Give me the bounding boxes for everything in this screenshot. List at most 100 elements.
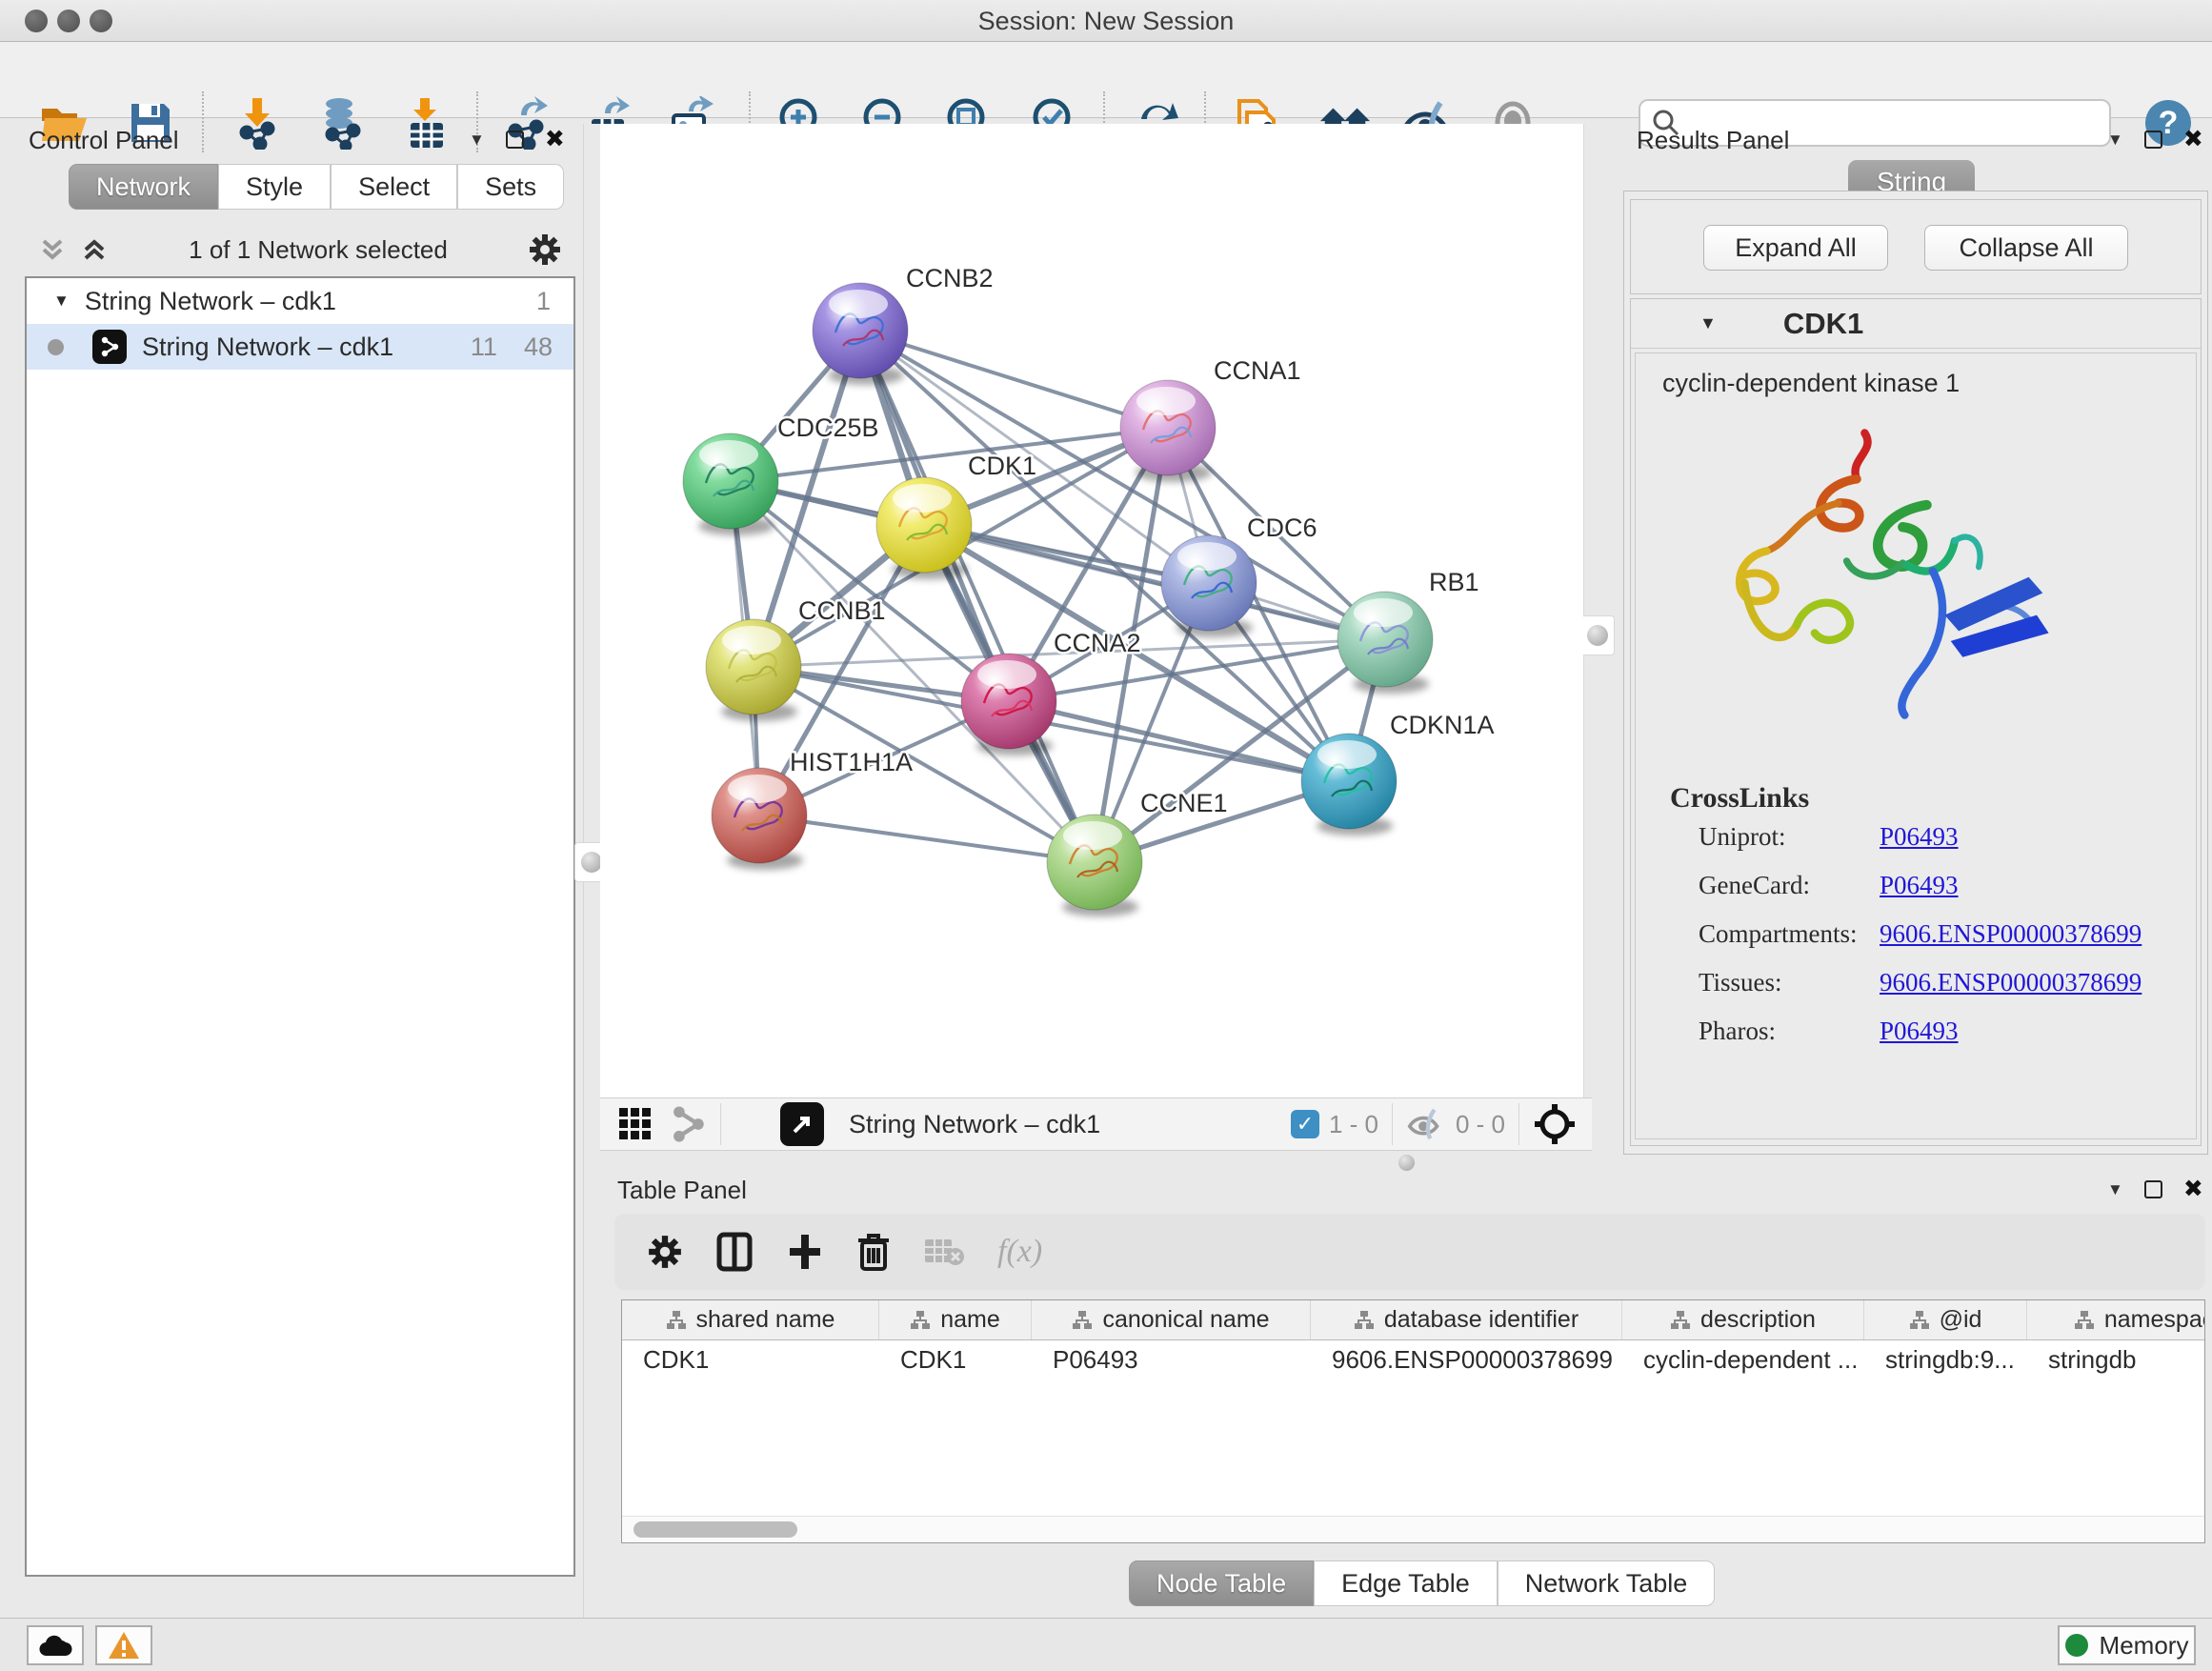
- network-edge-CCNA2-CDKN1A[interactable]: [1009, 701, 1349, 781]
- tab-style[interactable]: Style: [218, 164, 331, 210]
- collection-count: 1: [536, 287, 551, 316]
- tree-expand-icon[interactable]: ▼: [53, 292, 70, 311]
- table-row[interactable]: CDK1 CDK1 P06493 9606.ENSP00000378699 cy…: [622, 1340, 2204, 1379]
- table-horizontal-scrollbar[interactable]: [622, 1516, 2204, 1542]
- memory-button[interactable]: Memory: [2058, 1625, 2196, 1665]
- column-header-description[interactable]: description: [1622, 1300, 1864, 1339]
- right-divider-handle[interactable]: [1580, 615, 1615, 655]
- tab-sets[interactable]: Sets: [457, 164, 564, 210]
- control-panel-close-icon[interactable]: ✖: [545, 128, 565, 151]
- cloud-icon: [38, 1633, 72, 1658]
- table-panel-close-icon[interactable]: ✖: [2183, 1178, 2203, 1201]
- cloud-status-button[interactable]: [27, 1625, 84, 1665]
- gene-collapse-icon[interactable]: ▼: [1699, 313, 1717, 333]
- crosslink-uniprot[interactable]: P06493: [1880, 822, 1959, 852]
- results-panel-maximize-icon[interactable]: [2144, 131, 2162, 149]
- warning-icon: [108, 1631, 140, 1660]
- table-panel-maximize-icon[interactable]: [2144, 1180, 2162, 1198]
- network-view-toolbar: String Network – cdk1 ✓ 1 - 0 0 - 0: [600, 1097, 1592, 1151]
- table-tabs: Node Table Edge Table Network Table: [1129, 1560, 1715, 1606]
- results-panel-float-icon[interactable]: ▼: [2107, 131, 2123, 150]
- create-column-icon[interactable]: [786, 1231, 824, 1273]
- function-builder-icon: f(x): [997, 1234, 1042, 1270]
- crosslink-label: Pharos:: [1699, 1017, 1880, 1046]
- network-node-CCNA1[interactable]: CCNA1: [1120, 356, 1301, 482]
- network-node-CCNB1[interactable]: CCNB1: [706, 596, 886, 721]
- network-node-CCNE1[interactable]: CCNE1: [1047, 789, 1228, 916]
- gene-section: ▼ CDK1 cyclin-dependent kinase 1: [1630, 298, 2202, 1146]
- node-label-RB1: RB1: [1429, 568, 1479, 596]
- network-edge-HIST1H1A-CCNE1[interactable]: [759, 815, 1095, 862]
- node-table-header: shared name name canonical name database…: [622, 1300, 2204, 1340]
- birdseye-grid-icon[interactable]: [617, 1106, 654, 1142]
- delete-table-icon: [923, 1236, 965, 1268]
- crosslink-pharos[interactable]: P06493: [1880, 1017, 1959, 1046]
- network-edge-CCNB2-CCNE1[interactable]: [860, 331, 1095, 862]
- window-title: Session: New Session: [0, 0, 2212, 42]
- table-panel: Table Panel ▼ ✖ f(x) shared name name ca…: [600, 1170, 2212, 1618]
- network-collection-row[interactable]: ▼ String Network – cdk1 1: [27, 278, 573, 324]
- network-type-icon: [92, 330, 127, 364]
- hidden-counts: 0 - 0: [1456, 1110, 1505, 1139]
- control-panel-maximize-icon[interactable]: [506, 131, 524, 149]
- network-tree: ▼ String Network – cdk1 1 String Network…: [25, 276, 575, 1577]
- results-panel: Results Panel ▼ ✖ String Expand All Coll…: [1612, 124, 2212, 1170]
- network-node-CDKN1A[interactable]: CDKN1A: [1301, 711, 1495, 836]
- table-panel-title: Table Panel: [617, 1176, 747, 1205]
- network-row[interactable]: String Network – cdk1 11 48: [27, 324, 573, 370]
- collapse-all-icon[interactable]: [38, 235, 67, 264]
- expand-all-icon[interactable]: [80, 235, 109, 264]
- collection-name: String Network – cdk1: [85, 287, 536, 316]
- tab-network-table[interactable]: Network Table: [1498, 1560, 1716, 1606]
- network-selection-summary: 1 of 1 Network selected: [109, 235, 528, 265]
- expand-all-button[interactable]: Expand All: [1703, 225, 1888, 271]
- table-options-gear-icon[interactable]: [647, 1234, 683, 1270]
- table-panel-float-icon[interactable]: ▼: [2107, 1180, 2123, 1199]
- right-panel-divider[interactable]: [1583, 124, 1612, 1097]
- crosslink-label: Compartments:: [1699, 919, 1880, 949]
- tab-select[interactable]: Select: [331, 164, 457, 210]
- tab-edge-table[interactable]: Edge Table: [1314, 1560, 1498, 1606]
- column-header-namespace[interactable]: namespace: [2027, 1300, 2205, 1339]
- column-header-id[interactable]: @id: [1864, 1300, 2027, 1339]
- column-header-canonical-name[interactable]: canonical name: [1032, 1300, 1311, 1339]
- network-node-CCNB2[interactable]: CCNB2: [813, 264, 994, 385]
- crosslink-label: Tissues:: [1699, 968, 1880, 997]
- network-view-canvas[interactable]: CCNB2CCNA1CDC25BCDK1CDC6RB1CCNB1CCNA2CDK…: [600, 124, 1583, 1097]
- collapse-all-button[interactable]: Collapse All: [1924, 225, 2128, 271]
- control-panel-tabs: Network Style Select Sets: [69, 164, 564, 210]
- tab-node-table[interactable]: Node Table: [1129, 1560, 1314, 1606]
- warnings-button[interactable]: [95, 1625, 152, 1665]
- network-options-gear-icon[interactable]: [528, 232, 562, 267]
- crosslink-genecard[interactable]: P06493: [1880, 871, 1959, 900]
- crosslink-tissues[interactable]: 9606.ENSP00000378699: [1880, 968, 2142, 997]
- show-columns-icon[interactable]: [715, 1231, 754, 1273]
- open-in-window-icon[interactable]: [780, 1102, 824, 1146]
- column-header-database-identifier[interactable]: database identifier: [1311, 1300, 1622, 1339]
- delete-column-trash-icon[interactable]: [856, 1231, 891, 1273]
- control-panel-float-icon[interactable]: ▼: [469, 131, 485, 150]
- network-node-RB1[interactable]: RB1: [1337, 568, 1479, 694]
- results-panel-close-icon[interactable]: ✖: [2183, 128, 2203, 151]
- network-name: String Network – cdk1: [142, 332, 471, 362]
- fit-selected-crosshair-icon[interactable]: [1533, 1102, 1577, 1146]
- horizontal-divider-handle[interactable]: [1398, 1155, 1415, 1171]
- selected-counts: 1 - 0: [1329, 1110, 1378, 1139]
- control-panel: Control Panel ▼ ✖ Network Style Select S…: [13, 124, 583, 1610]
- selected-nodes-checkbox[interactable]: ✓: [1291, 1110, 1319, 1138]
- hidden-items-icon: [1406, 1107, 1446, 1141]
- network-node-HIST1H1A[interactable]: HIST1H1A: [712, 748, 913, 870]
- network-edge-CCNB2-CCNA1[interactable]: [860, 331, 1168, 428]
- gene-section-header[interactable]: ▼ CDK1: [1631, 299, 2201, 349]
- column-header-shared-name[interactable]: shared name: [622, 1300, 879, 1339]
- table-toolbar: f(x): [614, 1214, 2205, 1290]
- results-panel-title: Results Panel: [1637, 126, 1789, 155]
- scrollbar-thumb[interactable]: [633, 1521, 797, 1538]
- tab-network[interactable]: Network: [69, 164, 218, 210]
- crosslink-compartments[interactable]: 9606.ENSP00000378699: [1880, 919, 2142, 949]
- node-label-CDK1: CDK1: [968, 452, 1036, 480]
- network-overview-icon[interactable]: [669, 1105, 707, 1143]
- node-label-HIST1H1A: HIST1H1A: [790, 748, 913, 776]
- node-label-CCNA1: CCNA1: [1214, 356, 1301, 385]
- column-header-name[interactable]: name: [879, 1300, 1032, 1339]
